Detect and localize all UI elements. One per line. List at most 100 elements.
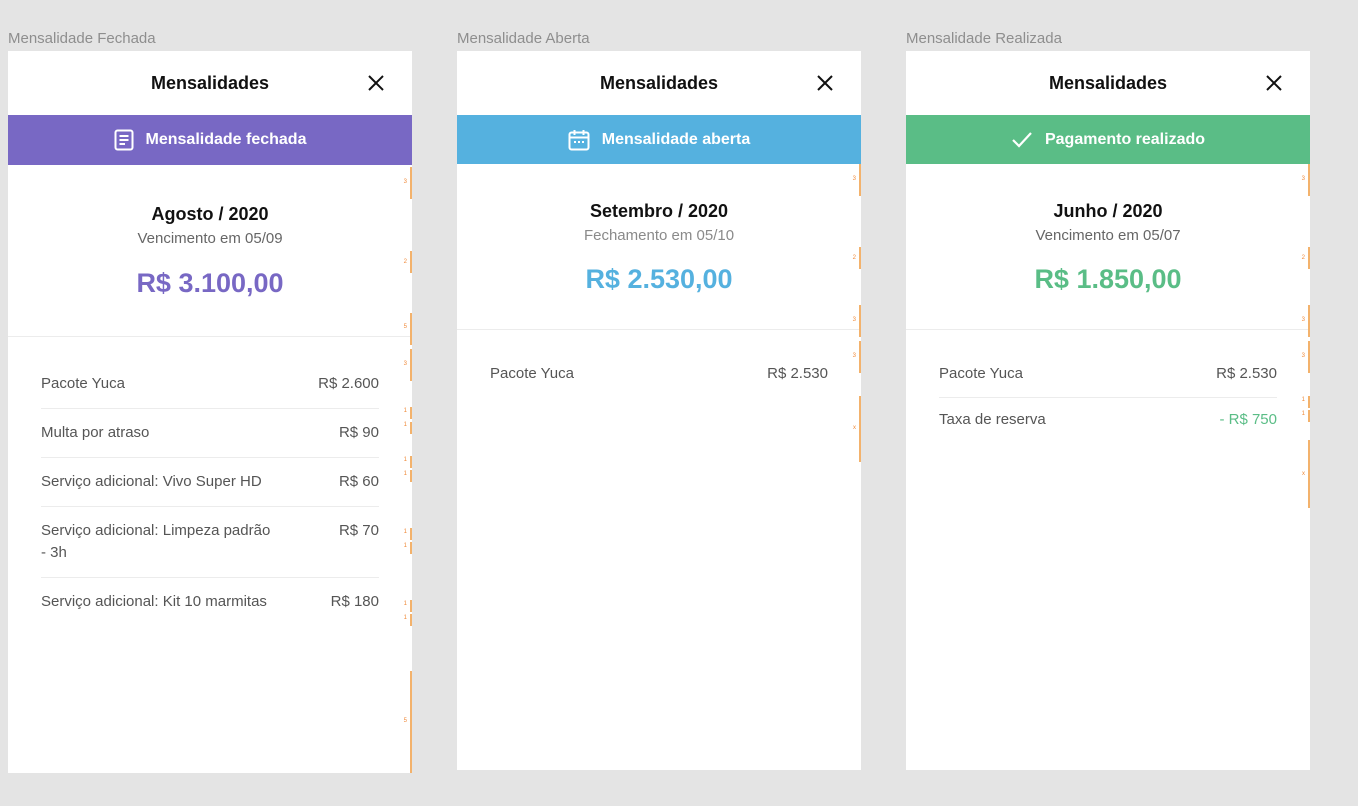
list-item: Taxa de reserva - R$ 750 <box>939 398 1277 443</box>
frame-label: Mensalidade Aberta <box>457 30 590 47</box>
list-item: Serviço adicional: Limpeza padrão - 3h R… <box>41 507 379 578</box>
ruler-number: 1 <box>403 601 407 607</box>
ruler-number: 3 <box>403 361 407 367</box>
ruler-tick <box>410 614 412 626</box>
close-icon[interactable] <box>817 75 833 91</box>
list-item: Serviço adicional: Vivo Super HD R$ 60 <box>41 458 379 507</box>
due-date: Vencimento em 05/09 <box>137 230 283 247</box>
ruler-tick <box>410 456 412 468</box>
ruler-number: 1 <box>403 471 407 477</box>
total-amount: R$ 3.100,00 <box>136 268 284 298</box>
billing-month: Setembro / 2020 <box>589 201 729 221</box>
status-banner-text: Pagamento realizado <box>1044 130 1206 148</box>
ruler-tick <box>410 251 412 273</box>
due-date: Vencimento em 05/07 <box>1035 227 1181 244</box>
ruler-tick <box>859 164 861 196</box>
item-value: R$ 60 <box>338 473 379 490</box>
items-list: Pacote Yuca R$ 2.600 Multa por atraso R$… <box>8 337 412 626</box>
total-amount: R$ 1.850,00 <box>1034 264 1182 294</box>
ruler-tick <box>410 528 412 540</box>
modal-title: Mensalidades <box>1048 73 1168 93</box>
ruler-tick <box>859 396 861 462</box>
list-item: Pacote Yuca R$ 2.530 <box>490 353 828 397</box>
ruler-number: 5 <box>403 324 407 330</box>
ruler-number: 3 <box>1301 317 1305 323</box>
item-value: R$ 90 <box>338 424 379 441</box>
ruler-number: 5 <box>403 718 407 724</box>
ruler-number: 2 <box>1301 255 1305 261</box>
ruler-number: 3 <box>852 353 856 359</box>
ruler-tick <box>1308 396 1310 408</box>
ruler-number: 1 <box>1301 411 1305 417</box>
close-icon[interactable] <box>1266 75 1282 91</box>
status-banner-text: Mensalidade aberta <box>601 130 751 148</box>
item-value: R$ 180 <box>330 593 379 610</box>
modal-card: Mensalidades Mensalidade aberta Setembro… <box>457 51 861 770</box>
closing-date: Fechamento em 05/10 <box>583 227 735 244</box>
items-list: Pacote Yuca R$ 2.530 Taxa de reserva - R… <box>906 330 1310 443</box>
item-label: Serviço adicional: Kit 10 marmitas <box>41 593 267 610</box>
modal-header: Mensalidades <box>906 51 1310 115</box>
item-label: Serviço adicional: Vivo Super HD <box>41 473 262 490</box>
ruler-tick <box>410 422 412 434</box>
modal-title: Mensalidades <box>599 73 719 93</box>
ruler-tick <box>1308 410 1310 422</box>
ruler-tick <box>410 349 412 381</box>
ruler-number: 3 <box>1301 176 1305 182</box>
ruler-gutter: 3 2 3 3 1 1 x <box>1296 51 1310 770</box>
ruler-number: x <box>853 425 856 431</box>
ruler-number: 2 <box>852 255 856 261</box>
list-item: Pacote Yuca R$ 2.530 <box>939 353 1277 398</box>
ruler-number: 1 <box>403 529 407 535</box>
frame-label: Mensalidade Fechada <box>8 30 156 47</box>
close-icon[interactable] <box>368 75 384 91</box>
modal-header: Mensalidades <box>457 51 861 115</box>
ruler-number: 1 <box>1301 397 1305 403</box>
ruler-gutter: 3 2 5 3 1 1 1 1 1 1 1 1 5 <box>398 51 412 773</box>
ruler-tick <box>1308 305 1310 337</box>
ruler-number: 1 <box>403 422 407 428</box>
item-label: Taxa de reserva <box>939 411 1046 428</box>
status-banner-text: Mensalidade fechada <box>145 131 307 148</box>
ruler-number: 2 <box>403 259 407 265</box>
ruler-number: 3 <box>1301 353 1305 359</box>
ruler-number: 1 <box>403 615 407 621</box>
calendar-icon <box>568 129 590 150</box>
item-value: - R$ 750 <box>1219 411 1277 428</box>
item-label: Pacote Yuca <box>490 365 574 382</box>
modal-card: Mensalidades Mensalidade fechada Agosto … <box>8 51 412 773</box>
ruler-tick <box>410 407 412 419</box>
item-value: R$ 2.600 <box>318 375 379 392</box>
ruler-tick <box>410 671 412 773</box>
item-value: R$ 70 <box>338 522 379 539</box>
modal-card: Mensalidades Pagamento realizado Junho /… <box>906 51 1310 770</box>
ruler-number: 1 <box>403 543 407 549</box>
status-banner: Pagamento realizado <box>906 115 1310 164</box>
status-banner: Mensalidade aberta <box>457 115 861 164</box>
frame-label: Mensalidade Realizada <box>906 30 1062 47</box>
status-banner: Mensalidade fechada <box>8 115 412 165</box>
item-label: Serviço adicional: Limpeza padrão - 3h <box>41 522 271 561</box>
total-amount: R$ 2.530,00 <box>585 264 733 294</box>
ruler-tick <box>859 247 861 269</box>
modal-title: Mensalidades <box>150 73 270 93</box>
ruler-gutter: 3 2 3 3 x <box>847 51 861 770</box>
ruler-tick <box>1308 341 1310 373</box>
modal-header: Mensalidades <box>8 51 412 115</box>
ruler-tick <box>1308 440 1310 508</box>
billing-month: Agosto / 2020 <box>151 204 269 224</box>
item-label: Pacote Yuca <box>41 375 125 392</box>
check-icon <box>1012 131 1032 148</box>
item-value: R$ 2.530 <box>767 365 828 382</box>
list-item: Pacote Yuca R$ 2.600 <box>41 361 379 409</box>
ruler-number: 3 <box>403 179 407 185</box>
ruler-number: 3 <box>852 317 856 323</box>
ruler-tick <box>1308 164 1310 196</box>
ruler-tick <box>410 470 412 482</box>
ruler-tick <box>410 600 412 612</box>
ruler-number: x <box>1302 471 1305 477</box>
ruler-tick <box>859 305 861 337</box>
item-value: R$ 2.530 <box>1216 365 1277 382</box>
list-item: Serviço adicional: Kit 10 marmitas R$ 18… <box>41 578 379 626</box>
ruler-tick <box>410 542 412 554</box>
